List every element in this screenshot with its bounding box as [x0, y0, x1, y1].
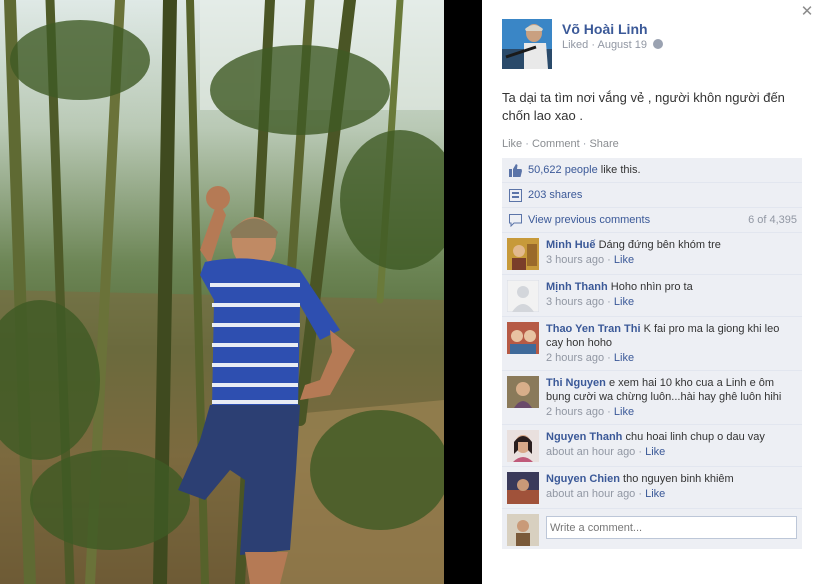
comment-item: Thao Yen Tran Thi K fai pro ma la giong … [502, 317, 802, 371]
comment-item: Mịnh Thanh Hoho nhìn pro ta 3 hours ago … [502, 275, 802, 317]
comment-time[interactable]: 3 hours ago [546, 254, 604, 266]
write-comment-input[interactable] [546, 516, 797, 539]
photo-viewer[interactable] [0, 0, 444, 584]
comment-item: Thi Nguyen e xem hai 10 kho cua a Linh e… [502, 371, 802, 425]
comment-link[interactable]: Comment [532, 138, 580, 150]
commenter-avatar-image [507, 472, 539, 504]
post-caption: Ta dại ta tìm nơi vắng vẻ , người khôn n… [502, 90, 785, 123]
view-previous-row: View previous comments 6 of 4,395 [502, 208, 802, 233]
post-actions: Like · Comment · Share [502, 138, 619, 150]
default-avatar-icon [507, 280, 539, 312]
comment-like-link[interactable]: Like [645, 488, 665, 500]
photo-image [0, 0, 444, 584]
view-previous-comments-link[interactable]: View previous comments [528, 214, 650, 226]
commenter-avatar-image [507, 376, 539, 408]
author-avatar[interactable] [502, 19, 552, 69]
commenter-name[interactable]: Thao Yen Tran Thi [546, 323, 641, 335]
like-link[interactable]: Like [502, 138, 522, 150]
close-icon[interactable]: ✕ [800, 4, 814, 19]
commenter-avatar-image [507, 238, 539, 270]
comment-like-link[interactable]: Like [614, 406, 634, 418]
comment-time[interactable]: 2 hours ago [546, 352, 604, 364]
comment-like-link[interactable]: Like [614, 254, 634, 266]
likes-row: 50,622 people like this. [502, 158, 802, 183]
commenter-avatar[interactable] [507, 280, 539, 312]
comment-composer [502, 509, 802, 549]
comment-time[interactable]: about an hour ago [546, 446, 635, 458]
author-name[interactable]: Võ Hoài Linh [562, 21, 648, 37]
commenter-name[interactable]: Mịnh Thanh [546, 281, 608, 293]
comment-like-link[interactable]: Like [645, 446, 665, 458]
comment-text: Dáng đứng bên khóm tre [598, 239, 721, 251]
commenter-name[interactable]: Thi Nguyen [546, 377, 606, 389]
comment-text: Hoho nhìn pro ta [610, 281, 693, 293]
comment-time[interactable]: 2 hours ago [546, 406, 604, 418]
viewer-avatar-image [507, 514, 539, 546]
commenter-avatar[interactable] [507, 238, 539, 270]
comment-item: Minh Huế Dáng đứng bên khóm tre 3 hours … [502, 233, 802, 275]
commenter-avatar[interactable] [507, 430, 539, 462]
post-meta: Liked · August 19 [562, 39, 664, 51]
comment-time[interactable]: about an hour ago [546, 488, 635, 500]
comment-like-link[interactable]: Like [614, 352, 634, 364]
post-details-panel: ✕ Võ Hoài Linh Liked · August 19 Ta dại … [482, 0, 820, 584]
comment-text: tho nguyen binh khiêm [623, 473, 734, 485]
share-icon [509, 189, 522, 202]
commenter-avatar[interactable] [507, 322, 539, 354]
comment-item: Nguyen Thanh chu hoai linh chup o dau va… [502, 425, 802, 467]
globe-icon[interactable] [653, 39, 664, 49]
comment-item: Nguyen Chien tho nguyen binh khiêm about… [502, 467, 802, 509]
shares-link[interactable]: 203 shares [528, 189, 582, 201]
author-avatar-image [502, 19, 552, 69]
thumbs-up-icon [509, 164, 522, 177]
comment-bubble-icon [509, 214, 522, 227]
commenter-name[interactable]: Nguyen Thanh [546, 431, 622, 443]
feedback-box: 50,622 people like this. 203 shares View… [502, 158, 802, 549]
commenter-name[interactable]: Nguyen Chien [546, 473, 620, 485]
comment-like-link[interactable]: Like [614, 296, 634, 308]
viewer-avatar [507, 514, 539, 546]
commenter-name[interactable]: Minh Huế [546, 239, 596, 251]
post-date[interactable]: August 19 [597, 39, 647, 51]
comment-count: 6 of 4,395 [748, 214, 797, 226]
share-link[interactable]: Share [589, 138, 618, 150]
post-status: Liked [562, 39, 589, 51]
comment-time[interactable]: 3 hours ago [546, 296, 604, 308]
likes-count-link[interactable]: 50,622 people [528, 164, 598, 176]
commenter-avatar[interactable] [507, 472, 539, 504]
shares-row: 203 shares [502, 183, 802, 208]
comment-text: chu hoai linh chup o dau vay [625, 431, 765, 443]
commenter-avatar[interactable] [507, 376, 539, 408]
commenter-avatar-image [507, 322, 539, 354]
commenter-avatar-image [507, 430, 539, 462]
